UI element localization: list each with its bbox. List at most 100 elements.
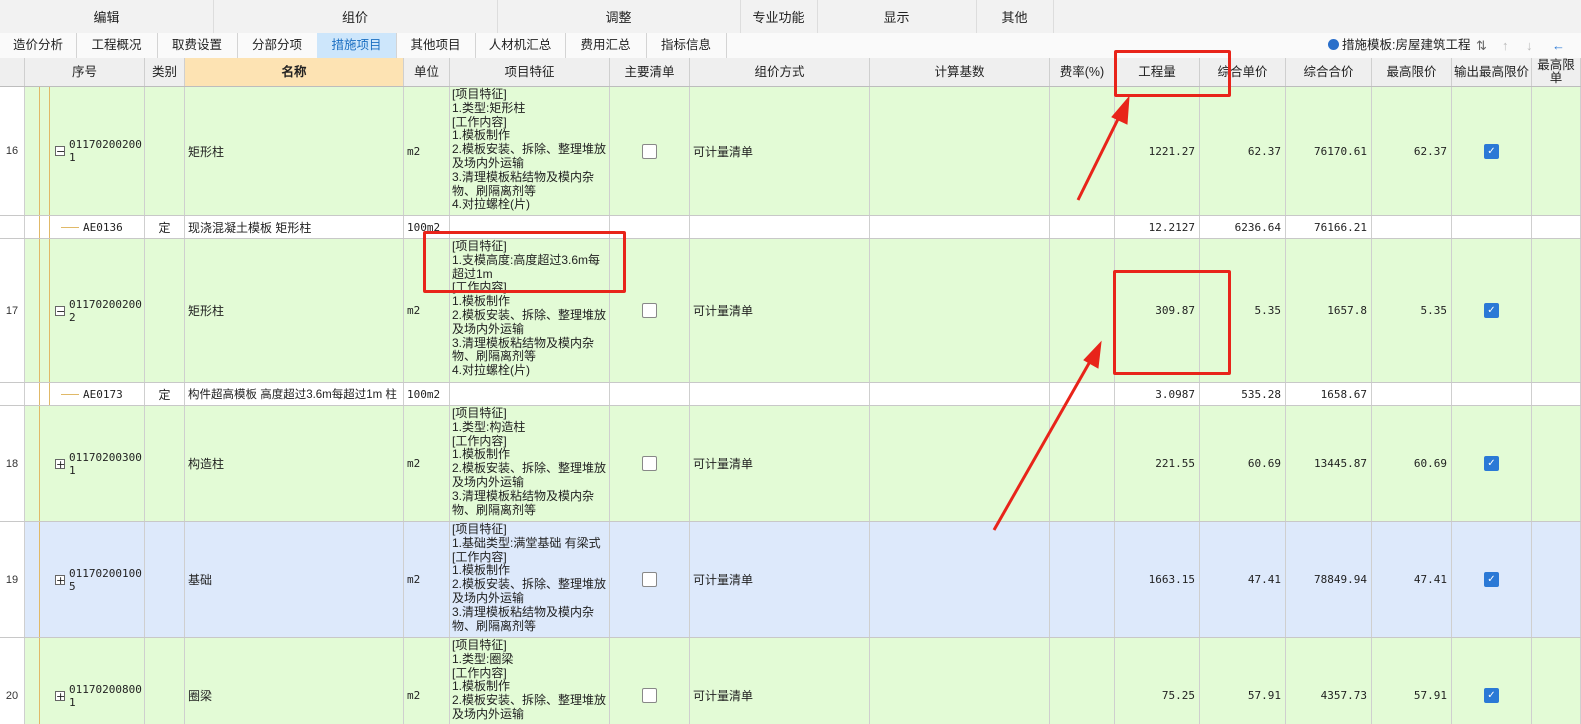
- table-row[interactable]: 16 − 01170200200 1 矩形柱 m2 [项目特征] 1.类型:矩形柱…: [0, 87, 1581, 216]
- move-down-icon[interactable]: ↓: [1526, 33, 1533, 58]
- row-number: 20: [5, 689, 19, 702]
- item-unit[interactable]: m2: [404, 406, 449, 521]
- quota-code[interactable]: AE0136: [25, 216, 144, 238]
- menu-other[interactable]: 其他: [976, 0, 1054, 33]
- main-list-checkbox[interactable]: [642, 303, 657, 318]
- header-max-price[interactable]: 最高限价: [1372, 58, 1452, 86]
- max-price-value[interactable]: 57.91: [1372, 638, 1451, 724]
- tab-project-overview[interactable]: 工程概况: [76, 33, 158, 58]
- table-row[interactable]: 19 + 01170200100 5 基础 m2 [项目特征] 1.基础类型:满堂…: [0, 522, 1581, 638]
- quantity-value[interactable]: 309.87: [1115, 239, 1199, 382]
- tab-labor-material-summary[interactable]: 人材机汇总: [475, 33, 566, 58]
- item-unit[interactable]: m2: [404, 522, 449, 637]
- expand-icon[interactable]: +: [55, 574, 65, 586]
- move-up-icon[interactable]: ↑: [1502, 33, 1509, 58]
- header-total-price[interactable]: 综合合价: [1286, 58, 1372, 86]
- header-output-max-price[interactable]: 输出最高限价: [1452, 58, 1532, 86]
- item-unit[interactable]: m2: [404, 87, 449, 215]
- header-unit-price[interactable]: 综合单价: [1200, 58, 1286, 86]
- header-quantity[interactable]: 工程量: [1115, 58, 1200, 86]
- quantity-value[interactable]: 3.0987: [1115, 383, 1199, 405]
- quantity-value[interactable]: 75.25: [1115, 638, 1199, 724]
- item-name[interactable]: 构件超高模板 高度超过3.6m每超过1m 柱: [185, 383, 403, 405]
- max-price-value[interactable]: 5.35: [1372, 239, 1451, 382]
- tab-fee-settings[interactable]: 取费设置: [157, 33, 238, 58]
- quota-code[interactable]: AE0173: [25, 383, 144, 405]
- collapse-icon[interactable]: −: [55, 305, 65, 317]
- item-features[interactable]: [项目特征] 1.支模高度:高度超过3.6m每 超过1m [工作内容] 1.模板…: [450, 239, 609, 379]
- menu-pricing[interactable]: 组价: [213, 0, 498, 33]
- output-max-price-checkbox[interactable]: ✓: [1484, 303, 1499, 318]
- item-name[interactable]: 矩形柱: [185, 239, 403, 382]
- max-price-value[interactable]: 47.41: [1372, 522, 1451, 637]
- header-unit[interactable]: 单位: [404, 58, 450, 86]
- item-features[interactable]: [项目特征] 1.基础类型:满堂基础 有梁式 [工作内容] 1.模板制作 2.模…: [450, 522, 609, 634]
- item-code: 01170200300 1: [69, 450, 142, 477]
- output-max-price-checkbox[interactable]: ✓: [1484, 688, 1499, 703]
- table-row[interactable]: AE0136 定 现浇混凝土模板 矩形柱 100m2 12.2127 6236.…: [0, 216, 1581, 239]
- item-unit[interactable]: m2: [404, 638, 449, 724]
- measure-template-selector[interactable]: 措施模板:房屋建筑工程: [1328, 33, 1470, 58]
- unit-price-value: 60.69: [1247, 457, 1281, 470]
- tab-measure-items[interactable]: 措施项目: [317, 33, 397, 58]
- table-row[interactable]: AE0173 定 构件超高模板 高度超过3.6m每超过1m 柱 100m2 3.…: [0, 383, 1581, 406]
- header-rate[interactable]: 费率(%): [1050, 58, 1115, 86]
- pricing-method[interactable]: 可计量清单: [690, 522, 869, 637]
- item-unit[interactable]: 100m2: [404, 383, 449, 405]
- item-name[interactable]: 基础: [185, 522, 403, 637]
- total-price-value: 1658.67: [1320, 387, 1367, 401]
- header-pricing-method[interactable]: 组价方式: [690, 58, 870, 86]
- output-max-price-checkbox[interactable]: ✓: [1484, 572, 1499, 587]
- table-row[interactable]: 17 − 01170200200 2 矩形柱 m2 [项目特征] 1.支模高度:高…: [0, 239, 1581, 383]
- header-max-price-unit[interactable]: 最高限 单: [1532, 58, 1581, 86]
- header-seq[interactable]: 序号: [25, 58, 145, 86]
- header-features[interactable]: 项目特征: [450, 58, 610, 86]
- table-row[interactable]: 20 + 01170200800 1 圈梁 m2 [项目特征] 1.类型:圈梁 […: [0, 638, 1581, 724]
- pricing-method[interactable]: 可计量清单: [690, 239, 869, 382]
- item-features[interactable]: [项目特征] 1.类型:圈梁 [工作内容] 1.模板制作 2.模板安装、拆除、整…: [450, 638, 609, 723]
- quantity-value[interactable]: 12.2127: [1115, 216, 1199, 238]
- item-name[interactable]: 构造柱: [185, 406, 403, 521]
- tab-cost-analysis[interactable]: 造价分析: [0, 33, 77, 58]
- main-list-checkbox[interactable]: [642, 143, 657, 159]
- main-list-checkbox[interactable]: [642, 456, 657, 471]
- item-unit[interactable]: m2: [404, 239, 449, 382]
- tab-sub-items[interactable]: 分部分项: [237, 33, 318, 58]
- main-list-checkbox[interactable]: [642, 572, 657, 587]
- item-features[interactable]: [项目特征] 1.类型:矩形柱 [工作内容] 1.模板制作 2.模板安装、拆除、…: [450, 87, 609, 213]
- tab-fee-summary[interactable]: 费用汇总: [565, 33, 647, 58]
- sort-icon[interactable]: ⇅: [1476, 33, 1487, 58]
- header-name[interactable]: 名称: [185, 58, 404, 86]
- pricing-method[interactable]: 可计量清单: [690, 87, 869, 215]
- item-features[interactable]: [项目特征] 1.类型:构造柱 [工作内容] 1.模板制作 2.模板安装、拆除、…: [450, 406, 609, 518]
- collapse-icon[interactable]: −: [55, 146, 65, 157]
- menu-edit[interactable]: 编辑: [0, 0, 214, 33]
- menu-display[interactable]: 显示: [817, 0, 977, 33]
- header-calc-base[interactable]: 计算基数: [870, 58, 1050, 86]
- expand-icon[interactable]: +: [55, 458, 65, 470]
- pricing-method[interactable]: 可计量清单: [690, 638, 869, 724]
- item-name[interactable]: 现浇混凝土模板 矩形柱: [185, 216, 403, 238]
- quantity-value[interactable]: 1663.15: [1115, 522, 1199, 637]
- output-max-price-checkbox[interactable]: ✓: [1484, 143, 1499, 159]
- tab-other-items[interactable]: 其他项目: [396, 33, 476, 58]
- quantity-value[interactable]: 221.55: [1115, 406, 1199, 521]
- header-category[interactable]: 类别: [145, 58, 185, 86]
- pricing-method[interactable]: 可计量清单: [690, 406, 869, 521]
- collapse-left-icon[interactable]: ←: [1552, 33, 1565, 58]
- max-price-value[interactable]: 62.37: [1372, 87, 1451, 215]
- item-name[interactable]: 圈梁: [185, 638, 403, 724]
- item-name[interactable]: 矩形柱: [185, 87, 403, 215]
- expand-icon[interactable]: +: [55, 690, 65, 702]
- tab-index-info[interactable]: 指标信息: [646, 33, 727, 58]
- max-price-value[interactable]: 60.69: [1372, 406, 1451, 521]
- main-list-checkbox[interactable]: [642, 688, 657, 703]
- menu-professional[interactable]: 专业功能: [740, 0, 818, 33]
- item-unit[interactable]: 100m2: [404, 216, 449, 238]
- header-main-list[interactable]: 主要清单: [610, 58, 690, 86]
- table-row[interactable]: 18 + 01170200300 1 构造柱 m2 [项目特征] 1.类型:构造柱…: [0, 406, 1581, 522]
- item-code: 01170200200 1: [69, 138, 142, 164]
- output-max-price-checkbox[interactable]: ✓: [1484, 456, 1499, 471]
- menu-adjust[interactable]: 调整: [497, 0, 741, 33]
- quantity-value[interactable]: 1221.27: [1115, 87, 1199, 215]
